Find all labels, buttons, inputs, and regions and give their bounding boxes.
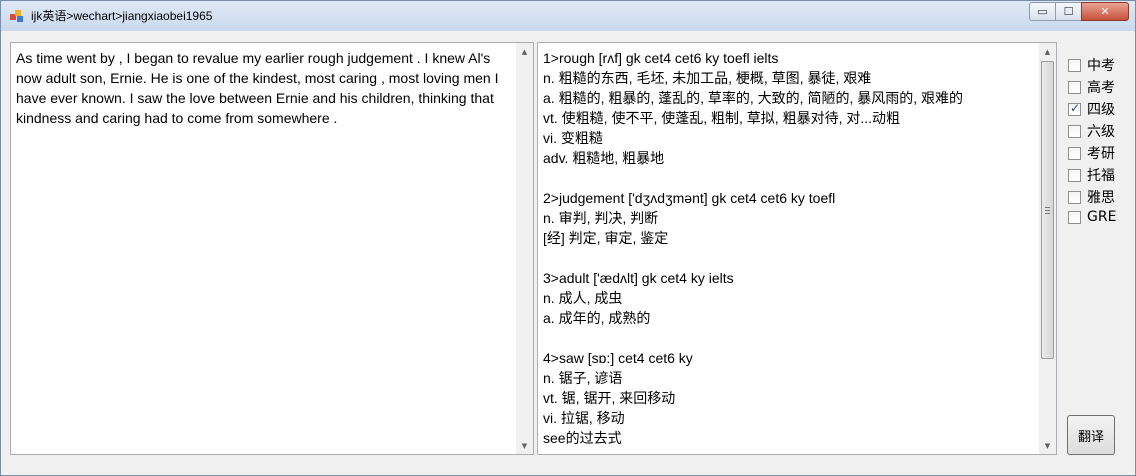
level-checkbox-label: 托福 bbox=[1087, 168, 1115, 184]
maximize-button[interactable]: ☐ bbox=[1055, 2, 1081, 21]
level-checkbox-item[interactable]: 中考 bbox=[1068, 55, 1115, 75]
checkbox-icon[interactable] bbox=[1068, 124, 1081, 138]
translate-button[interactable]: 翻译 bbox=[1067, 415, 1115, 455]
result-line: see的过去式 bbox=[543, 430, 622, 446]
result-line: adv. 粗糙地, 粗暴地 bbox=[543, 150, 665, 166]
result-line: vi. 变粗糙 bbox=[543, 130, 603, 146]
level-checkbox-label: 六级 bbox=[1087, 124, 1115, 140]
app-icon bbox=[10, 10, 23, 22]
client-area: As time went by , I began to revalue my … bbox=[7, 37, 1129, 469]
result-line: a. 成年的, 成熟的 bbox=[543, 310, 651, 326]
result-line: n. 锯子, 谚语 bbox=[543, 370, 623, 386]
level-checkbox-item[interactable]: 四级 bbox=[1068, 99, 1115, 119]
scroll-up-arrow-icon[interactable]: ▲ bbox=[516, 43, 533, 60]
scroll-grip-icon bbox=[1045, 207, 1050, 214]
checkbox-checked-icon[interactable] bbox=[1068, 101, 1081, 116]
level-checkbox-item[interactable]: 高考 bbox=[1068, 77, 1115, 97]
result-line: 2>judgement ['dʒʌdʒmənt] gk cet4 cet6 ky… bbox=[543, 190, 836, 206]
result-line: n. 粗糙的东西, 毛坯, 未加工品, 梗概, 草图, 暴徒, 艰难 bbox=[543, 70, 872, 86]
result-line: [经] 判定, 审定, 鉴定 bbox=[543, 230, 669, 246]
minimize-button[interactable]: ▭ bbox=[1029, 2, 1055, 21]
result-line: n. 审判, 判决, 判断 bbox=[543, 210, 659, 226]
result-line bbox=[543, 168, 1036, 188]
level-checkbox-item[interactable]: GRE bbox=[1068, 209, 1116, 225]
level-checkbox-item[interactable]: 六级 bbox=[1068, 121, 1115, 141]
result-lines[interactable]: 1>rough [rʌf] gk cet4 cet6 ky toefl ielt… bbox=[543, 48, 1036, 454]
result-line: 4>saw [sɒ:] cet4 cet6 ky bbox=[543, 350, 693, 366]
window-title: ijk英语>wechart>jiangxiaobei1965 bbox=[31, 9, 213, 23]
title-bar[interactable]: ijk英语>wechart>jiangxiaobei1965 ▭ ☐ ✕ bbox=[1, 1, 1135, 31]
level-checkbox-label: GRE bbox=[1087, 209, 1117, 225]
level-checkbox-item[interactable]: 雅思 bbox=[1068, 187, 1115, 207]
checkbox-icon[interactable] bbox=[1068, 80, 1081, 94]
result-line: 1>rough [rʌf] gk cet4 cet6 ky toefl ielt… bbox=[543, 50, 779, 66]
result-line bbox=[543, 328, 1036, 348]
result-line: vi. 拉锯, 移动 bbox=[543, 410, 625, 426]
level-checkbox-item[interactable]: 托福 bbox=[1068, 165, 1115, 185]
result-line: n. 成人, 成虫 bbox=[543, 290, 623, 306]
minimize-icon: ▭ bbox=[1037, 5, 1048, 18]
scroll-down-arrow-icon[interactable]: ▼ bbox=[1039, 437, 1056, 454]
result-scrollbar[interactable]: ▲ ▼ bbox=[1039, 43, 1056, 454]
main-window: ijk英语>wechart>jiangxiaobei1965 ▭ ☐ ✕ As … bbox=[0, 0, 1136, 476]
checkbox-icon[interactable] bbox=[1068, 168, 1081, 182]
level-checkbox-label: 高考 bbox=[1087, 80, 1115, 96]
close-button[interactable]: ✕ bbox=[1081, 2, 1129, 21]
result-line: a. 粗糙的, 粗暴的, 蓬乱的, 草率的, 大致的, 简陋的, 暴风雨的, 艰… bbox=[543, 90, 964, 106]
scroll-thumb[interactable] bbox=[1041, 61, 1054, 359]
level-checkbox-label: 考研 bbox=[1087, 146, 1115, 162]
result-line bbox=[543, 248, 1036, 268]
result-line: vt. 锯, 锯开, 来回移动 bbox=[543, 390, 676, 406]
level-checkbox-item[interactable]: 考研 bbox=[1068, 143, 1115, 163]
scroll-down-arrow-icon[interactable]: ▼ bbox=[516, 437, 533, 454]
level-checkbox-label: 中考 bbox=[1087, 58, 1115, 74]
caption-buttons: ▭ ☐ ✕ bbox=[1029, 2, 1129, 21]
level-checkbox-label: 四级 bbox=[1087, 102, 1115, 118]
level-checkbox-label: 雅思 bbox=[1087, 190, 1115, 206]
source-text[interactable]: As time went by , I began to revalue my … bbox=[16, 48, 513, 454]
source-text-box[interactable]: As time went by , I began to revalue my … bbox=[10, 42, 534, 455]
checkbox-icon[interactable] bbox=[1068, 210, 1081, 224]
scroll-up-arrow-icon[interactable]: ▲ bbox=[1039, 43, 1056, 60]
result-line: 3>adult ['ædʌlt] gk cet4 ky ielts bbox=[543, 270, 734, 286]
close-icon: ✕ bbox=[1100, 5, 1110, 18]
checkbox-icon[interactable] bbox=[1068, 190, 1081, 204]
translate-button-label: 翻译 bbox=[1077, 429, 1104, 445]
result-text-box[interactable]: 1>rough [rʌf] gk cet4 cet6 ky toefl ielt… bbox=[537, 42, 1057, 455]
checkbox-icon[interactable] bbox=[1068, 58, 1081, 72]
maximize-icon: ☐ bbox=[1063, 5, 1074, 18]
result-line: vt. 使粗糙, 使不平, 使蓬乱, 粗制, 草拟, 粗暴对待, 对...动粗 bbox=[543, 110, 901, 126]
source-scrollbar[interactable]: ▲ ▼ bbox=[516, 43, 533, 454]
checkbox-icon[interactable] bbox=[1068, 146, 1081, 160]
